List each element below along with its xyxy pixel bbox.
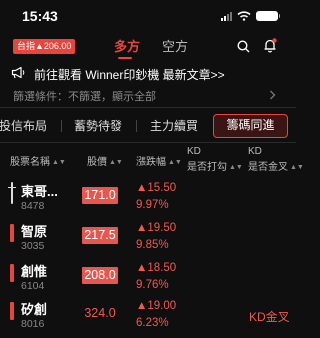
table-row[interactable]: 矽創 8016 324.0 ▲19.00 6.23% KD金叉	[0, 298, 296, 338]
stock-change-pct: 9.76%	[136, 279, 169, 291]
filter-text: 篩選條件：不篩選，顯示全部	[13, 91, 156, 103]
table-row[interactable]: 東哥... 8478 171.0 ▲15.50 9.97%	[0, 180, 296, 220]
stock-change: ▲18.50	[136, 262, 177, 274]
kd-golden-cross: KD金叉	[249, 310, 290, 324]
category-tabs: 投信布局 蓄勢待發 主力續買 籌碼同進	[0, 114, 296, 138]
candle-marker	[8, 182, 16, 204]
stock-price: 208.0	[82, 267, 118, 284]
battery-icon	[256, 11, 280, 21]
candle-marker	[10, 302, 14, 320]
tab-long[interactable]: 多方	[114, 36, 140, 55]
candle-marker	[10, 224, 14, 242]
chevron-right-icon	[270, 90, 276, 100]
index-badge[interactable]: 台指▲206.00	[13, 39, 76, 54]
banner-text: 前往觀看 Winner印鈔機 最新文章>>	[34, 68, 225, 82]
cat-tab-building-momentum[interactable]: 蓄勢待發	[70, 114, 126, 138]
sort-icon: ▲▼	[168, 159, 182, 166]
top-header: 台指▲206.00 多方 空方	[0, 32, 296, 62]
candle-marker	[10, 264, 14, 282]
stock-change-pct: 6.23%	[136, 317, 169, 329]
search-icon[interactable]	[237, 40, 250, 53]
stock-change: ▲19.50	[136, 222, 177, 234]
stock-change-pct: 9.97%	[136, 199, 169, 211]
megaphone-icon	[11, 66, 25, 79]
status-icons	[221, 11, 280, 21]
stock-name: 創惟	[21, 264, 48, 279]
filter-bar[interactable]: 篩選條件：不篩選，顯示全部	[0, 84, 296, 106]
status-time: 15:43	[22, 8, 58, 24]
stock-name: 智原	[21, 224, 48, 239]
col-kd-tick-header-line1: KD	[187, 146, 201, 157]
stock-name: 東哥...	[21, 184, 58, 199]
stock-code: 3035	[21, 240, 45, 252]
signal-icon	[221, 11, 232, 21]
stock-code: 8478	[21, 200, 45, 212]
stock-price: 171.0	[82, 187, 118, 204]
stock-code: 8016	[21, 318, 45, 330]
stock-change-pct: 9.85%	[136, 239, 169, 251]
divider	[0, 107, 296, 108]
col-price-header[interactable]: 股價 ▲▼	[87, 153, 123, 168]
table-row[interactable]: 創惟 6104 208.0 ▲18.50 9.76%	[0, 260, 296, 300]
tab-separator	[136, 120, 137, 132]
sort-icon: ▲▼	[229, 164, 243, 171]
stock-code: 6104	[21, 280, 45, 292]
active-tab-indicator	[118, 57, 132, 59]
table-row[interactable]: 智原 3035 217.5 ▲19.50 9.85%	[0, 220, 296, 260]
status-bar: 15:43	[0, 0, 296, 30]
sort-icon: ▲▼	[109, 159, 123, 166]
tab-short[interactable]: 空方	[162, 36, 188, 55]
stock-price: 324.0	[84, 306, 116, 320]
stock-price: 217.5	[82, 227, 118, 244]
col-kd-golden-header[interactable]: 是否金叉 ▲▼	[248, 158, 304, 173]
sort-icon: ▲▼	[52, 159, 66, 166]
table-header: 股票名稱 ▲▼ 股價 ▲▼ 漲跌幅 ▲▼ KD 是否打勾 ▲▼ KD 是否金叉 ▲▼	[0, 144, 304, 174]
announcement-banner[interactable]: 前往觀看 Winner印鈔機 最新文章>>	[0, 62, 296, 84]
sort-icon: ▲▼	[290, 164, 304, 171]
tab-separator	[61, 120, 62, 132]
cat-tab-investment-trust[interactable]: 投信布局	[0, 114, 52, 138]
stock-change: ▲15.50	[136, 182, 177, 194]
cat-tab-main-force-buying[interactable]: 主力續買	[146, 114, 202, 138]
col-kd-tick-header[interactable]: 是否打勾 ▲▼	[187, 158, 243, 173]
col-name-header[interactable]: 股票名稱 ▲▼	[10, 153, 66, 168]
stock-change: ▲19.00	[136, 300, 177, 312]
bell-icon[interactable]	[263, 38, 277, 53]
col-change-header[interactable]: 漲跌幅 ▲▼	[136, 153, 182, 168]
col-kd-golden-header-line1: KD	[248, 146, 262, 157]
divider	[0, 142, 296, 143]
cat-tab-chips-together[interactable]: 籌碼同進	[213, 114, 288, 138]
wifi-icon	[237, 11, 251, 21]
stock-name: 矽創	[21, 302, 48, 317]
